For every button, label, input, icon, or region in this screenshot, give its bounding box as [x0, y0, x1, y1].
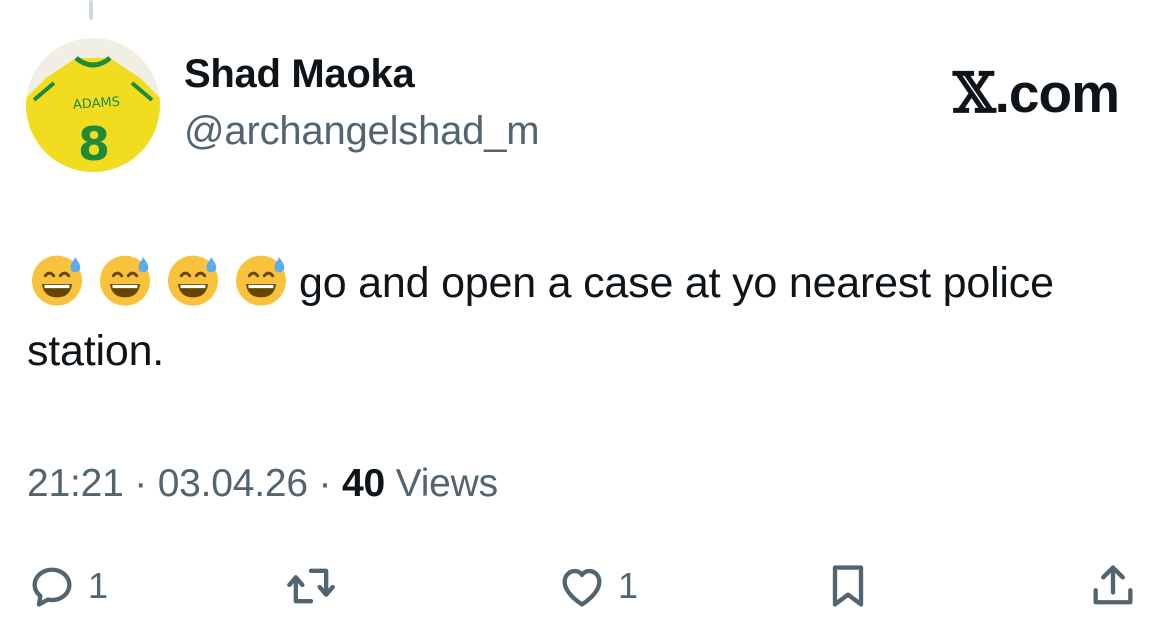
avatar[interactable]: ADAMS 8 [26, 38, 160, 172]
thread-connector-line [89, 0, 93, 20]
retweet-icon [287, 568, 335, 604]
x-brand-logo: 𝕏.com [952, 60, 1120, 125]
heart-icon [562, 568, 602, 607]
meta-separator: · [318, 462, 332, 505]
emoji-group [27, 255, 299, 307]
reply-count: 1 [88, 565, 109, 606]
share-button[interactable] [1087, 560, 1139, 612]
author-handle[interactable]: @archangelshad_m [184, 109, 540, 154]
bookmark-button[interactable] [822, 560, 874, 612]
x-logo-icon: 𝕏 [952, 60, 996, 125]
grinning-face-with-sweat-icon [236, 255, 286, 306]
share-icon [1093, 565, 1133, 605]
tweet-meta: 21:21 · 03.04.26 · 40 Views [27, 462, 498, 506]
reply-button[interactable]: 1 [26, 560, 108, 612]
author-display-name[interactable]: Shad Maoka [184, 52, 415, 97]
retweet-button[interactable] [285, 560, 347, 612]
grinning-face-with-sweat-icon [100, 255, 150, 306]
like-count: 1 [618, 565, 639, 606]
grinning-face-with-sweat-icon [32, 255, 82, 306]
bookmark-icon [832, 565, 864, 607]
views-count: 40 [341, 462, 385, 505]
grinning-face-with-sweat-icon [168, 255, 218, 306]
brand-suffix: .com [994, 62, 1120, 124]
like-button[interactable]: 1 [556, 560, 638, 612]
reply-icon [32, 567, 72, 607]
tweet-time[interactable]: 21:21 [27, 462, 124, 505]
jersey-avatar-image: ADAMS 8 [26, 38, 160, 172]
svg-text:8: 8 [78, 117, 110, 171]
views-label: Views [395, 462, 499, 505]
tweet-body: go and open a case at yo nearest police … [27, 249, 1127, 385]
tweet-date[interactable]: 03.04.26 [158, 462, 308, 505]
meta-separator: · [134, 462, 148, 505]
